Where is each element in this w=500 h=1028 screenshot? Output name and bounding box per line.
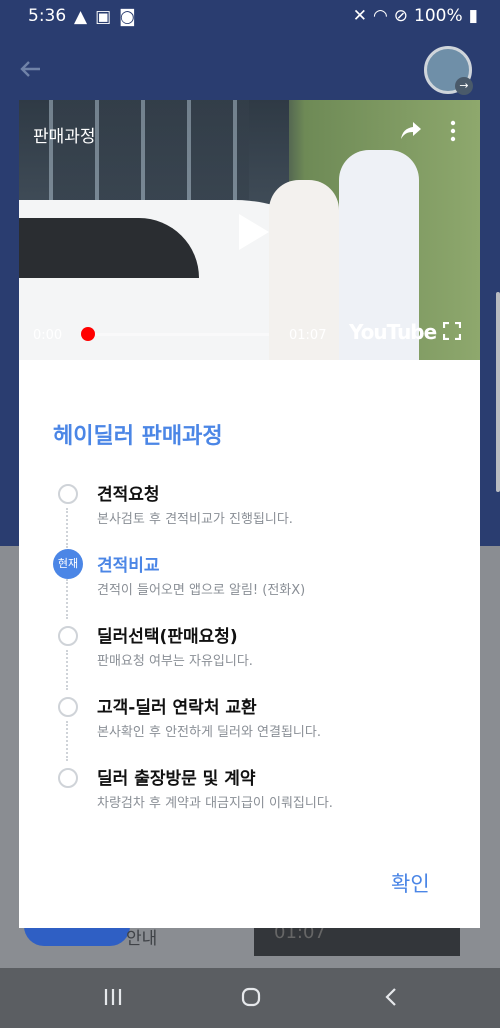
dialog-heading: 헤이딜러 판매과정 bbox=[53, 424, 223, 449]
fullscreen-icon[interactable] bbox=[443, 322, 461, 340]
back-icon[interactable] bbox=[380, 986, 402, 1008]
recent-apps-icon[interactable] bbox=[102, 986, 124, 1008]
screenshot-icon: ▣ bbox=[95, 7, 112, 27]
step-description: 차량검차 후 계약과 대금지급이 이뤄집니다. bbox=[97, 796, 333, 811]
step-title: 딜러 출장방문 및 계약 bbox=[97, 769, 256, 789]
back-arrow-icon[interactable] bbox=[16, 54, 46, 84]
play-icon[interactable] bbox=[237, 212, 271, 252]
video-progress-track[interactable] bbox=[85, 333, 269, 336]
warning-icon: ▲ bbox=[74, 7, 88, 27]
notification-icons: ▲ ▣ ◙ bbox=[74, 7, 136, 27]
confirm-button[interactable]: 확인 bbox=[391, 868, 430, 898]
step-connector bbox=[66, 508, 68, 548]
step-connector bbox=[66, 650, 68, 690]
video-progress-knob[interactable] bbox=[81, 327, 95, 341]
share-icon[interactable] bbox=[399, 120, 423, 142]
battery-icon: ▮ bbox=[468, 6, 478, 26]
video-player[interactable]: 판매과정 0:00 01:07 YouTube bbox=[19, 100, 480, 360]
avatar[interactable]: → bbox=[424, 46, 473, 95]
home-icon[interactable] bbox=[240, 986, 262, 1008]
mute-icon: ✕ bbox=[352, 6, 367, 26]
video-current-time: 0:00 bbox=[33, 328, 63, 343]
step-description: 본사확인 후 안전하게 딜러와 연결됩니다. bbox=[97, 725, 321, 740]
current-step-badge: 현재 bbox=[53, 549, 83, 579]
step-indicator bbox=[58, 768, 78, 788]
step-indicator bbox=[58, 626, 78, 646]
system-icons: ✕ ◠ ⊘ 100% ▮ bbox=[353, 6, 478, 26]
youtube-logo[interactable]: YouTube bbox=[349, 320, 437, 344]
battery-text: 100% bbox=[414, 6, 463, 26]
step-title: 견적비교 bbox=[97, 556, 160, 576]
step-indicator bbox=[58, 697, 78, 717]
step-connector bbox=[66, 721, 68, 761]
step-description: 견적이 들어오면 앱으로 알림! (전화X) bbox=[97, 583, 306, 598]
step-indicator bbox=[58, 484, 78, 504]
sales-process-dialog: 판매과정 0:00 01:07 YouTube 헤이딜러 판매과정 견적요청 본… bbox=[19, 100, 480, 928]
status-time: 5:36 bbox=[28, 6, 67, 26]
video-title: 판매과정 bbox=[33, 127, 96, 147]
more-options-icon[interactable] bbox=[449, 120, 457, 142]
edge-panel-handle[interactable] bbox=[496, 292, 500, 492]
step-title: 고객-딜러 연락처 교환 bbox=[97, 698, 257, 718]
step-title: 딜러선택(판매요청) bbox=[97, 627, 238, 647]
avatar-badge-icon: → bbox=[455, 77, 473, 95]
step-connector bbox=[66, 579, 68, 619]
video-duration: 01:07 bbox=[289, 328, 327, 343]
step-title: 견적요청 bbox=[97, 485, 160, 505]
video-scene-car-window bbox=[19, 218, 199, 278]
system-nav-bar bbox=[0, 968, 500, 1028]
step-description: 본사검토 후 견적비교가 진행됩니다. bbox=[97, 512, 293, 527]
wifi-icon: ◠ bbox=[372, 6, 388, 26]
gallery-icon: ◙ bbox=[119, 7, 136, 27]
dnd-icon: ⊘ bbox=[393, 6, 409, 26]
step-description: 판매요청 여부는 자유입니다. bbox=[97, 654, 253, 669]
status-bar: 5:36 ▲ ▣ ◙ ✕ ◠ ⊘ 100% ▮ bbox=[0, 0, 500, 32]
